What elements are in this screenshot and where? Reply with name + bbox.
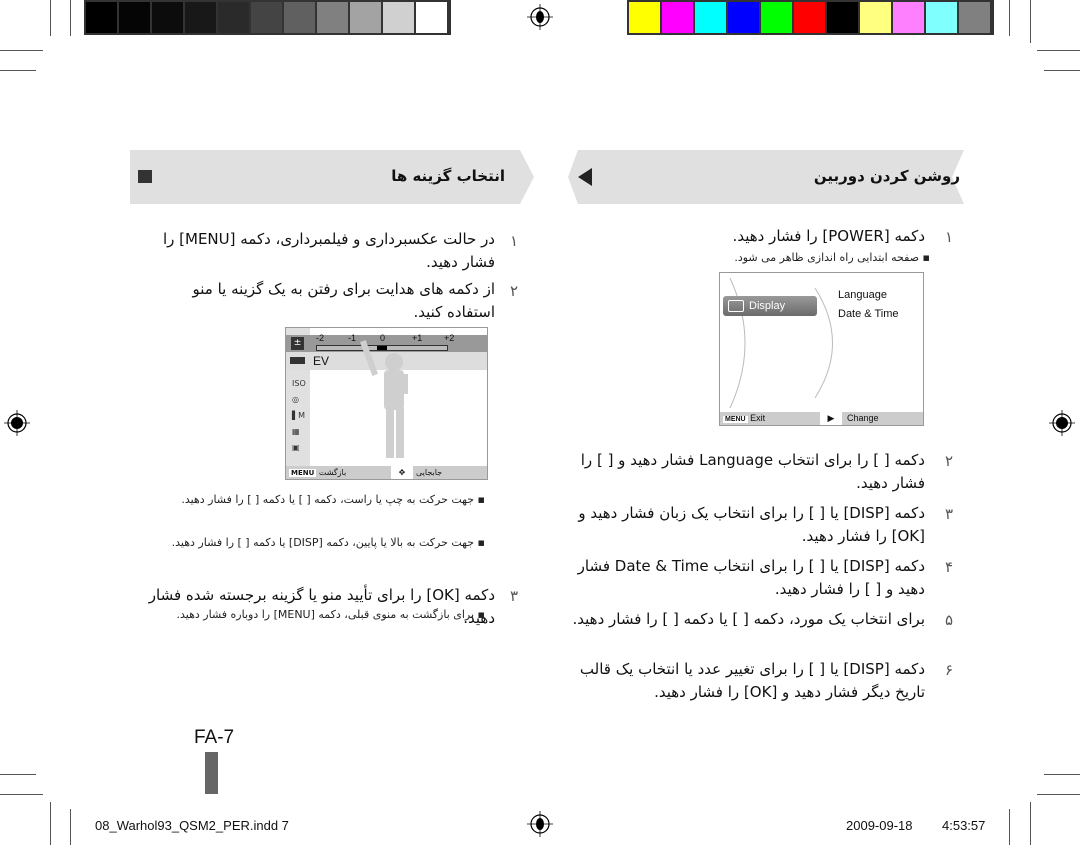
gray-swatch: [251, 2, 282, 33]
ev-tick-label: -1: [348, 333, 357, 343]
gray-swatch: [218, 2, 249, 33]
menu-item-display[interactable]: Display: [723, 296, 817, 316]
crop-mark: [70, 809, 71, 845]
crop-mark: [1030, 802, 1031, 845]
focus-area-icon: ▌M: [292, 411, 306, 420]
face-detect-icon: ◎: [292, 395, 299, 404]
registration-mark-icon: [527, 4, 553, 30]
screen-footer: MENU بازگشت ✥ جابجایی: [286, 466, 487, 479]
step-number: ۳: [945, 505, 954, 523]
gray-swatch: [152, 2, 183, 33]
step-text: دکمه [ ] را برای انتخاب Language فشار ده…: [580, 451, 925, 492]
crop-mark: [0, 50, 43, 51]
color-swatch: [926, 2, 957, 33]
footer-filename: 08_Warhol93_QSM2_PER.indd 7: [95, 818, 289, 833]
ev-tick-label: +2: [444, 333, 455, 343]
step-number: ۶: [945, 661, 954, 679]
gray-swatch: [317, 2, 348, 33]
step-number: ۴: [945, 558, 954, 576]
registration-mark-icon: [527, 811, 553, 837]
step-number: ۳: [510, 587, 519, 605]
option-date-time[interactable]: Date & Time: [838, 308, 899, 320]
crop-mark: [1037, 50, 1080, 51]
page-tab-marker: [205, 752, 218, 794]
step-text: دکمه [DISP] یا [ ] را برای انتخاب یک زبا…: [578, 504, 925, 545]
bullet-text: ▪ جهت حرکت به چپ یا راست، دکمه [ ] یا دک…: [181, 493, 485, 506]
crop-mark: [1037, 794, 1080, 795]
image-size-icon: ▦: [292, 427, 300, 436]
gray-swatch: [119, 2, 150, 33]
display-icon: [728, 300, 744, 313]
gray-swatch: [416, 2, 447, 33]
step-number: ۲: [510, 282, 519, 300]
crop-mark: [1044, 70, 1080, 71]
crop-mark: [1044, 774, 1080, 775]
gray-swatch: [383, 2, 414, 33]
color-swatch: [860, 2, 891, 33]
crop-mark: [1030, 0, 1031, 43]
footer-date: 2009-09-18: [846, 818, 913, 833]
gray-swatch: [185, 2, 216, 33]
color-swatch: [728, 2, 759, 33]
step-number: ۲: [945, 452, 954, 470]
bullet-text: ▪ جهت حرکت به بالا یا پایین، دکمه [DISP]…: [171, 536, 485, 549]
color-swatch: [695, 2, 726, 33]
color-calibration-bar: [627, 0, 994, 35]
metering-icon: [290, 357, 305, 364]
section-title-select-options: انتخاب گزینه ها: [391, 167, 505, 185]
color-swatch: [827, 2, 858, 33]
navigation-pad-icon: ✥: [391, 466, 413, 479]
step-number: ۱: [510, 232, 519, 250]
color-swatch: [662, 2, 693, 33]
screen-footer: MENU Exit ▶ Change: [720, 412, 923, 425]
color-swatch: [794, 2, 825, 33]
crop-mark: [70, 0, 71, 36]
bullet-text: ▪ صفحه ابتدایی راه اندازی ظاهر می شود.: [734, 251, 930, 264]
crop-mark: [1009, 809, 1010, 845]
crop-mark: [1009, 0, 1010, 36]
color-swatch: [629, 2, 660, 33]
menu-key: MENU: [723, 416, 748, 423]
option-language[interactable]: Language: [838, 289, 887, 301]
crop-mark: [0, 794, 43, 795]
color-swatch: [761, 2, 792, 33]
camera-screen-ev: -2 -1 0 +1 +2 ± EV ISO ◎ ▌M ▦ ▣ MENU بازگشت …: [285, 327, 488, 480]
gray-swatch: [350, 2, 381, 33]
page-number: FA-7: [194, 727, 235, 748]
crop-mark: [50, 802, 51, 845]
exposure-icon: ±: [291, 337, 304, 350]
camera-screen-settings: Display Language Date & Time MENU Exit ▶…: [719, 272, 924, 426]
bullet-text: ▪ برای بازگشت به منوی قبلی، دکمه [MENU] …: [176, 608, 486, 621]
step-text: دکمه [POWER] را فشار دهید.: [732, 227, 925, 245]
section-title-power-on: روشن کردن دوربین: [813, 167, 960, 185]
step-number: ۵: [945, 611, 954, 629]
crop-mark: [0, 774, 36, 775]
person-silhouette: [360, 340, 408, 458]
step-text: دکمه [DISP] یا [ ] را برای انتخاب Date &…: [577, 557, 925, 598]
setting-icons: ISO ◎ ▌M ▦ ▣: [292, 376, 306, 456]
smart-filter-icon: ▣: [292, 443, 300, 452]
registration-mark-icon: [1049, 410, 1075, 436]
registration-mark-icon: [4, 410, 30, 436]
iso-icon: ISO: [292, 379, 306, 388]
step-text: دکمه [DISP] یا [ ] را برای تغییر عدد یا …: [579, 660, 925, 701]
crop-mark: [50, 0, 51, 36]
gray-swatch: [284, 2, 315, 33]
step-number: ۱: [945, 228, 954, 246]
color-swatch: [959, 2, 990, 33]
color-swatch: [893, 2, 924, 33]
gray-calibration-bar: [84, 0, 451, 35]
step-text: از دکمه های هدایت برای رفتن به یک گزینه …: [192, 280, 495, 321]
square-icon: [138, 170, 152, 183]
dial-arcs: [729, 277, 833, 409]
crop-mark: [0, 70, 36, 71]
gray-swatch: [86, 2, 117, 33]
step-text: در حالت عکسبرداری و فیلمبرداری، دکمه [ME…: [162, 230, 495, 271]
footer-time: 4:53:57: [942, 818, 986, 833]
right-arrow-icon: ▶: [820, 412, 842, 425]
step-text: برای انتخاب یک مورد، دکمه [ ] یا دکمه [ …: [572, 610, 926, 628]
ev-tick-label: -2: [316, 333, 325, 343]
